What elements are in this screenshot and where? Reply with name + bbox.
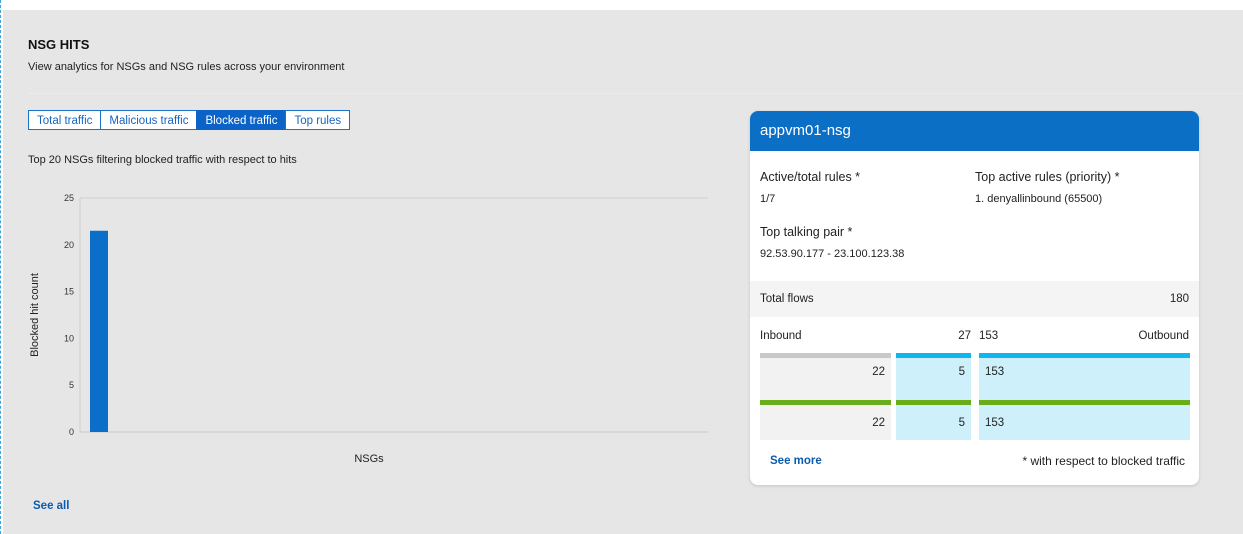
outbound-label: Outbound [1138, 330, 1189, 342]
traffic-tabs: Total traffic Malicious traffic Blocked … [28, 110, 351, 130]
row1-right-cell: 153 [979, 358, 1190, 400]
left-dashed-guide [0, 0, 1, 534]
y-tick-label: 20 [64, 240, 74, 250]
see-more-link[interactable]: See more [770, 455, 822, 467]
chart-description: Top 20 NSGs filtering blocked traffic wi… [28, 154, 297, 166]
top-active-rules-label: Top active rules (priority) * [975, 170, 1120, 184]
y-tick-label: 15 [64, 287, 74, 297]
y-tick-label: 0 [69, 427, 74, 437]
row2-mid-cell: 5 [896, 405, 971, 440]
top-talking-pair-value: 92.53.90.177 - 23.100.123.38 [760, 248, 905, 260]
row2-left-cell: 22 [760, 405, 891, 440]
row2-right-cell: 153 [979, 405, 1190, 440]
y-tick-label: 25 [64, 193, 74, 203]
tab-total-traffic[interactable]: Total traffic [28, 110, 102, 130]
card-footnote: * with respect to blocked traffic [1022, 454, 1185, 468]
outbound-value: 153 [979, 330, 999, 342]
section-divider [28, 93, 1243, 94]
tab-malicious-traffic[interactable]: Malicious traffic [100, 110, 198, 130]
card-title[interactable]: appvm01-nsg [750, 111, 1199, 151]
y-tick-label: 10 [64, 333, 74, 343]
top-active-rules-value: 1. denyallinbound (65500) [975, 193, 1103, 205]
inbound-label: Inbound [760, 330, 802, 342]
top-talking-pair-label: Top talking pair * [760, 225, 853, 239]
y-axis-label: Blocked hit count [29, 273, 41, 357]
blocked-traffic-bar-chart: 0 5 10 15 20 25 Blocked hit count NSGs [29, 193, 708, 465]
tab-blocked-traffic[interactable]: Blocked traffic [196, 110, 287, 130]
total-flows-label: Total flows [760, 293, 814, 305]
total-flows-row: Total flows 180 [750, 281, 1199, 317]
row1-left-cell: 22 [760, 358, 891, 400]
total-flows-value: 180 [1169, 293, 1189, 305]
active-total-rules-value: 1/7 [760, 193, 776, 205]
inbound-value: 27 [958, 330, 971, 342]
x-axis-label: NSGs [354, 453, 384, 465]
nsg-summary-card: appvm01-nsg Active/total rules * 1/7 Top… [750, 111, 1199, 485]
see-all-link[interactable]: See all [33, 500, 69, 512]
section-subtitle: View analytics for NSGs and NSG rules ac… [28, 61, 345, 73]
bar-blocked-hits [90, 230, 108, 432]
tab-top-rules[interactable]: Top rules [285, 110, 351, 130]
y-tick-label: 5 [69, 380, 74, 390]
row1-mid-cell: 5 [896, 358, 971, 400]
active-total-rules-label: Active/total rules * [760, 170, 861, 184]
section-title: NSG HITS [28, 37, 90, 52]
